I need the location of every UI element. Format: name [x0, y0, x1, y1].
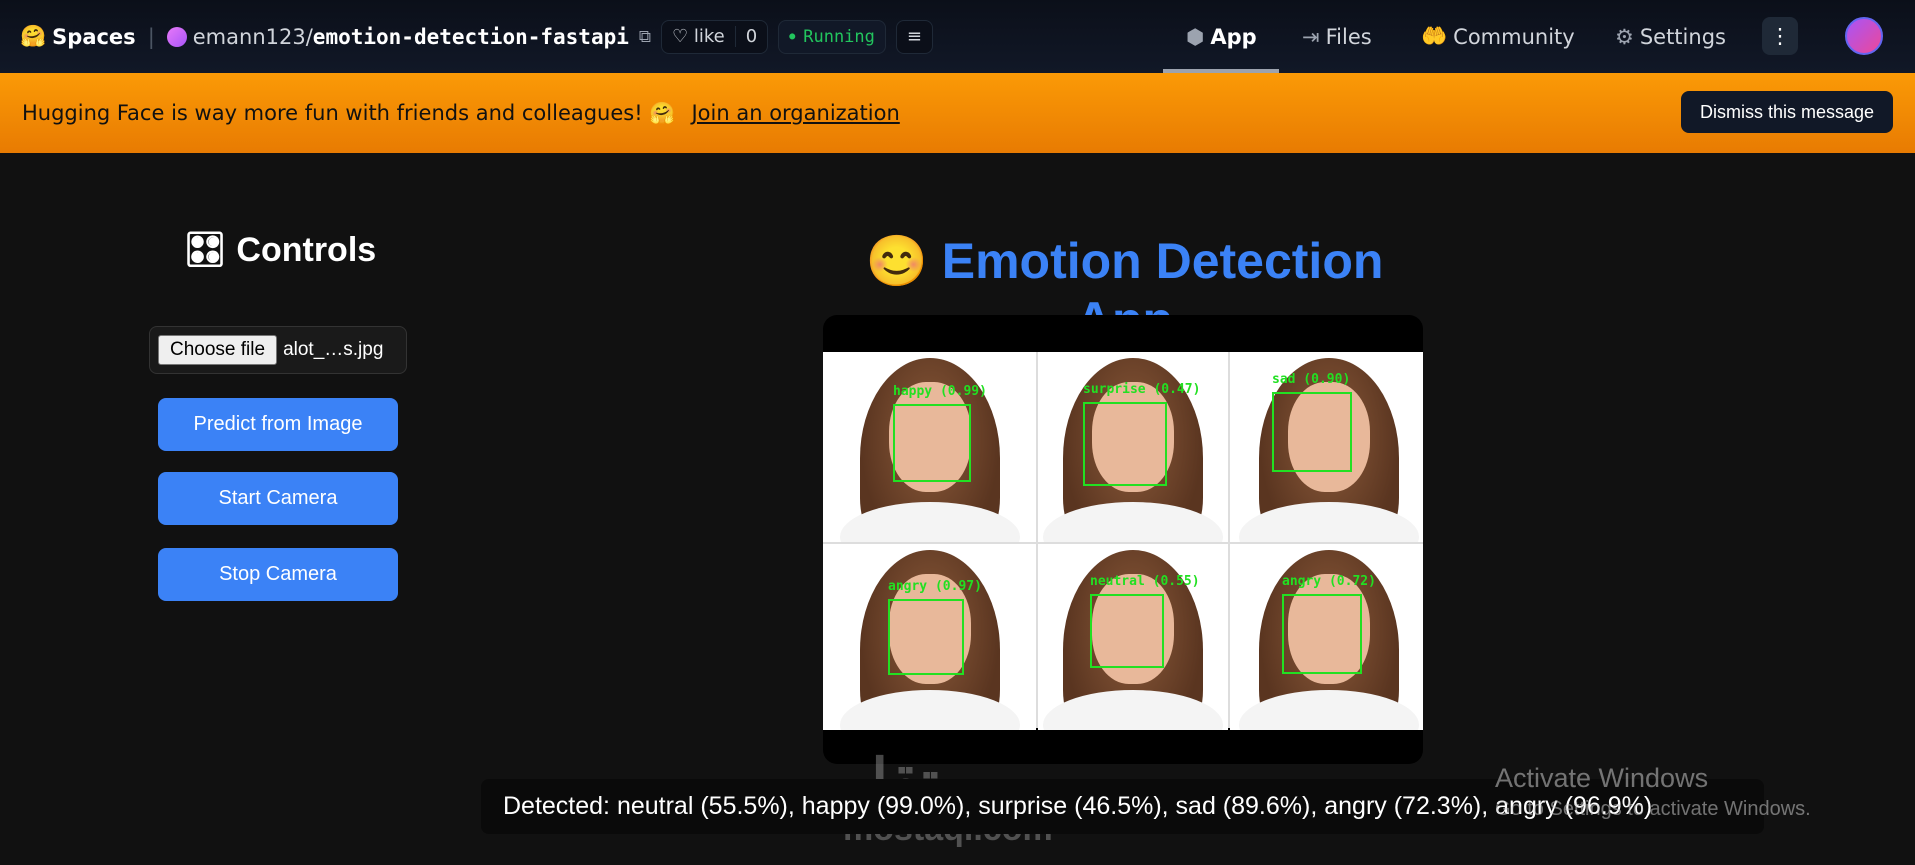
face-photo: surprise (0.47) — [1038, 352, 1228, 542]
result-image-panel: happy (0.99) surprise (0.47) sad (0.90) ang… — [823, 315, 1423, 764]
tab-files[interactable]: ⇥ Files — [1302, 0, 1372, 73]
face-photo: neutral (0.55) — [1038, 544, 1228, 730]
path-slash: / — [305, 24, 313, 49]
face-photo: angry (0.97) — [823, 544, 1036, 730]
owner-avatar — [166, 26, 187, 47]
like-button[interactable]: ♡ like 0 — [661, 19, 769, 54]
activate-windows-notice: Activate Windows Go to Settings to activ… — [1495, 763, 1811, 821]
tab-label: Settings — [1639, 24, 1726, 49]
promo-banner: Hugging Face is way more fun with friend… — [0, 73, 1915, 153]
face-bounding-box — [1083, 402, 1167, 486]
annotated-image: happy (0.99) surprise (0.47) sad (0.90) ang… — [823, 352, 1423, 730]
file-input[interactable]: Choose file alot_…s.jpg — [149, 326, 407, 374]
detection-text: Detected: neutral (55.5%), happy (99.0%)… — [503, 792, 1653, 820]
more-menu-button[interactable]: ⋮ — [1762, 17, 1798, 55]
emotion-label: angry (0.72) — [1282, 574, 1376, 589]
logs-icon: ≡ — [906, 26, 922, 47]
hugging-face-logo-icon: 🤗 — [20, 24, 47, 48]
face-bounding-box — [893, 404, 971, 482]
emotion-label: neutral (0.55) — [1090, 574, 1200, 589]
logs-button[interactable]: ≡ — [895, 19, 933, 54]
user-avatar[interactable] — [1845, 17, 1883, 55]
face-photo: angry (0.72) — [1230, 544, 1423, 730]
emotion-label: surprise (0.47) — [1083, 382, 1201, 397]
like-count: 0 — [734, 26, 757, 47]
predict-button[interactable]: Predict from Image — [158, 398, 398, 451]
status-badge: ● Running — [778, 19, 886, 54]
emotion-label: sad (0.90) — [1272, 372, 1351, 387]
tab-label: Files — [1325, 24, 1372, 49]
status-label: Running — [803, 26, 875, 47]
tab-community[interactable]: 🤲 Community — [1421, 0, 1575, 73]
face-bounding-box — [1282, 594, 1362, 674]
face-bounding-box — [888, 599, 964, 675]
activate-title: Activate Windows — [1495, 763, 1709, 793]
community-icon: 🤲 — [1421, 24, 1448, 48]
spaces-link[interactable]: Spaces — [52, 25, 136, 49]
choose-file-button[interactable]: Choose file — [158, 335, 278, 365]
cube-icon: ⬢ — [1186, 24, 1205, 49]
kebab-icon: ⋮ — [1769, 24, 1791, 48]
dismiss-button[interactable]: Dismiss this message — [1680, 91, 1893, 133]
tab-label: App — [1210, 24, 1257, 49]
tab-app[interactable]: ⬢ App — [1186, 0, 1257, 73]
files-icon: ⇥ — [1302, 24, 1320, 49]
emotion-label: angry (0.97) — [888, 579, 982, 594]
emotion-label: happy (0.99) — [893, 384, 987, 399]
start-camera-button[interactable]: Start Camera — [158, 472, 398, 525]
repo-link[interactable]: emotion-detection-fastapi — [313, 25, 629, 49]
heart-icon: ♡ — [672, 26, 689, 47]
owner-link[interactable]: emann123 — [193, 25, 306, 49]
face-bounding-box — [1090, 594, 1164, 668]
tab-settings[interactable]: ⚙ Settings — [1615, 0, 1726, 73]
status-dot-icon: ● — [789, 31, 796, 42]
divider: | — [147, 24, 155, 49]
banner-text: Hugging Face is way more fun with friend… — [22, 100, 676, 125]
face-bounding-box — [1272, 392, 1352, 472]
controls-title: 🎛 Controls — [183, 231, 377, 269]
face-photo: sad (0.90) — [1230, 352, 1423, 542]
join-organization-link[interactable]: Join an organization — [691, 101, 899, 125]
file-name: alot_…s.jpg — [283, 339, 384, 360]
face-photo: happy (0.99) — [823, 352, 1036, 542]
gear-icon: ⚙ — [1615, 24, 1634, 49]
activate-subtitle: Go to Settings to activate Windows. — [1495, 798, 1811, 820]
stop-camera-button[interactable]: Stop Camera — [158, 548, 398, 601]
tab-label: Community — [1453, 24, 1575, 49]
copy-icon[interactable]: ⧉ — [639, 27, 651, 47]
like-label: like — [693, 26, 725, 47]
